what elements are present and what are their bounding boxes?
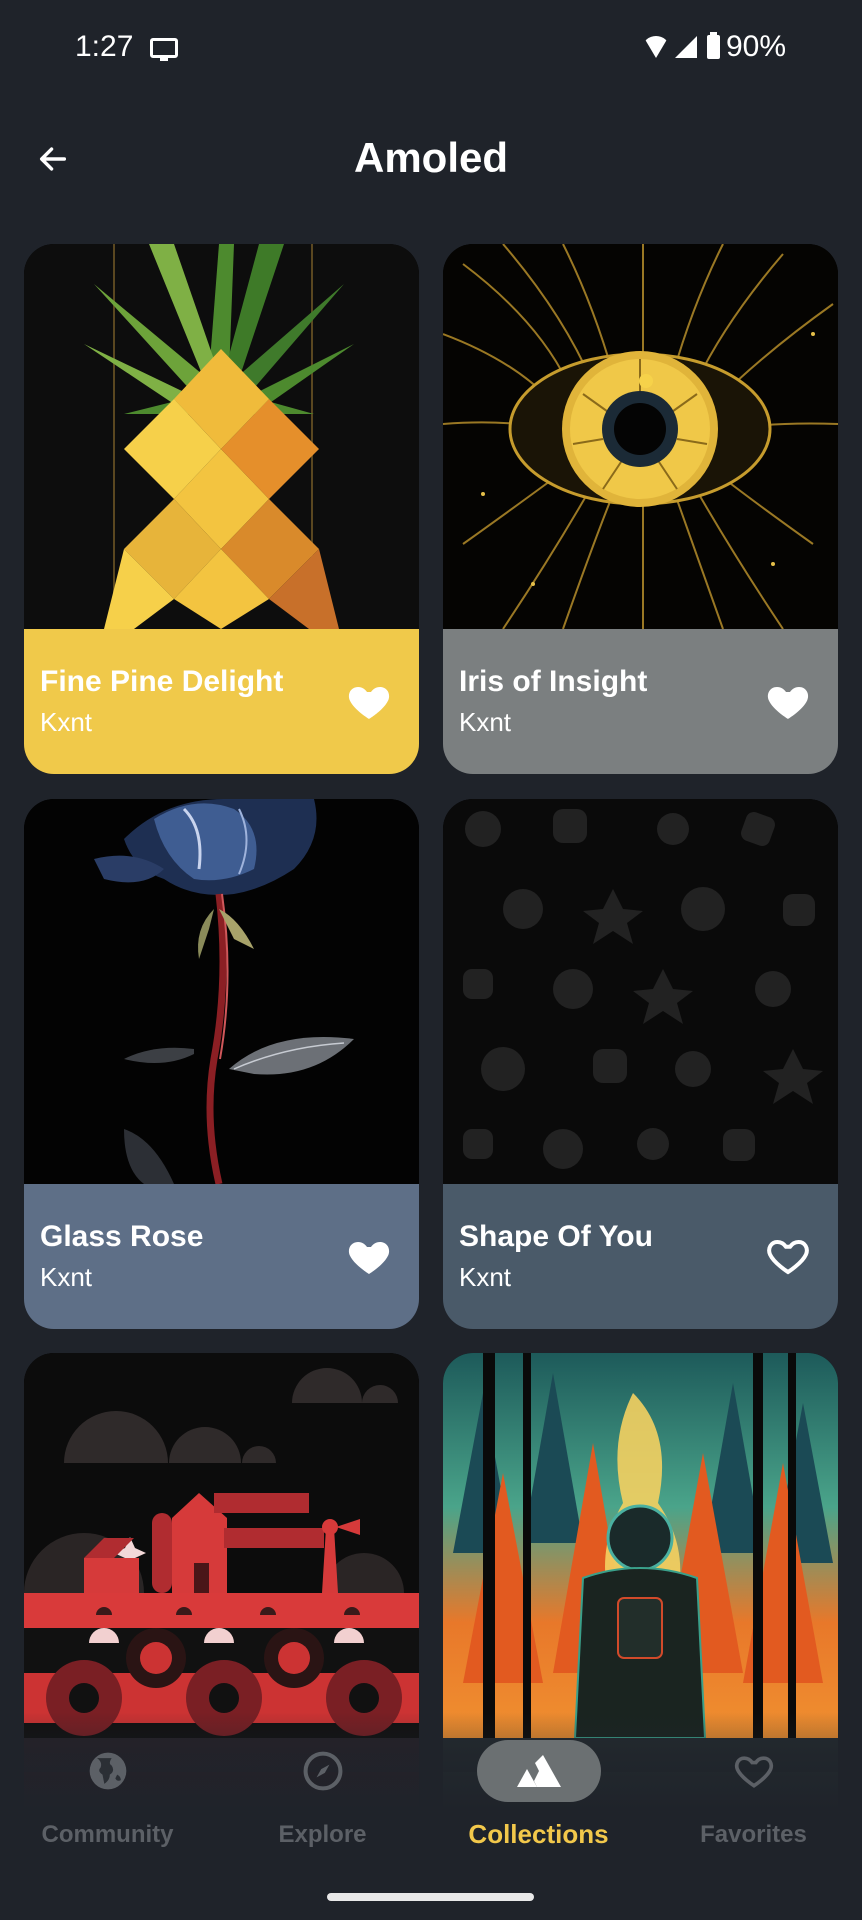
- home-indicator[interactable]: [327, 1893, 534, 1901]
- wallpaper-title: Glass Rose: [40, 1220, 204, 1253]
- wallpaper-label: Iris of Insight Kxnt: [443, 629, 838, 774]
- nav-icon-container: [46, 1740, 170, 1802]
- wallpaper-author: Kxnt: [40, 707, 93, 737]
- wallpaper-label: Glass Rose Kxnt: [24, 1184, 419, 1329]
- status-time: 1:27: [75, 30, 134, 63]
- nav-label: Collections: [468, 1819, 609, 1849]
- nav-label: Explore: [278, 1821, 367, 1848]
- cast-icon: [150, 38, 178, 61]
- wallpaper-label: Fine Pine Delight Kxnt: [24, 629, 419, 774]
- cell-signal-icon: [674, 36, 697, 58]
- wallpaper-thumbnail: [443, 799, 838, 1184]
- wallpaper-thumbnail: [443, 244, 838, 629]
- heart-filled-icon[interactable]: [345, 1232, 393, 1280]
- nav-icon-container: [261, 1740, 385, 1802]
- heart-outline-icon[interactable]: [764, 1232, 812, 1280]
- mountains-icon: [516, 1755, 561, 1787]
- globe-icon: [89, 1752, 126, 1790]
- nav-item-collections[interactable]: Collections: [431, 1738, 646, 1868]
- wallpaper-card[interactable]: Glass Rose Kxnt: [24, 799, 419, 1329]
- wallpaper-author: Kxnt: [40, 1262, 93, 1292]
- wallpaper-label: Shape Of You Kxnt: [443, 1184, 838, 1329]
- nav-item-favorites[interactable]: Favorites: [646, 1738, 861, 1868]
- wallpaper-card[interactable]: Shape Of You Kxnt: [443, 799, 838, 1329]
- wallpaper-title: Shape Of You: [459, 1220, 653, 1253]
- battery-icon: [706, 32, 720, 59]
- wallpaper-card[interactable]: Fine Pine Delight Kxnt: [24, 244, 419, 774]
- page-title: Amoled: [353, 134, 508, 181]
- wallpaper-thumbnail: [443, 1353, 838, 1738]
- wallpaper-author: Kxnt: [459, 1262, 512, 1292]
- compass-icon: [303, 1751, 342, 1791]
- nav-item-explore[interactable]: Explore: [215, 1738, 430, 1868]
- wifi-icon: [642, 36, 669, 58]
- status-right: 90%: [642, 30, 786, 64]
- wallpaper-thumbnail: [24, 1353, 419, 1738]
- nav-icon-container: [476, 1740, 601, 1802]
- wallpaper-card[interactable]: Iris of Insight Kxnt: [443, 244, 838, 774]
- wallpaper-thumbnail: [24, 799, 419, 1184]
- wallpaper-thumbnail: [24, 244, 419, 629]
- nav-label: Favorites: [700, 1821, 807, 1848]
- nav-icon-container: [692, 1740, 816, 1802]
- battery-percent: 90%: [725, 30, 786, 63]
- heart-outline-icon: [734, 1756, 773, 1788]
- wallpaper-title: Fine Pine Delight: [40, 665, 284, 698]
- wallpaper-author: Kxnt: [459, 707, 512, 737]
- status-bar: 1:27 90%: [0, 0, 862, 100]
- nav-label: Community: [41, 1821, 174, 1848]
- heart-filled-icon[interactable]: [764, 677, 812, 725]
- nav-item-community[interactable]: Community: [0, 1738, 215, 1868]
- heart-filled-icon[interactable]: [345, 677, 393, 725]
- app-bar: Amoled: [0, 110, 862, 210]
- wallpaper-title: Iris of Insight: [459, 665, 648, 698]
